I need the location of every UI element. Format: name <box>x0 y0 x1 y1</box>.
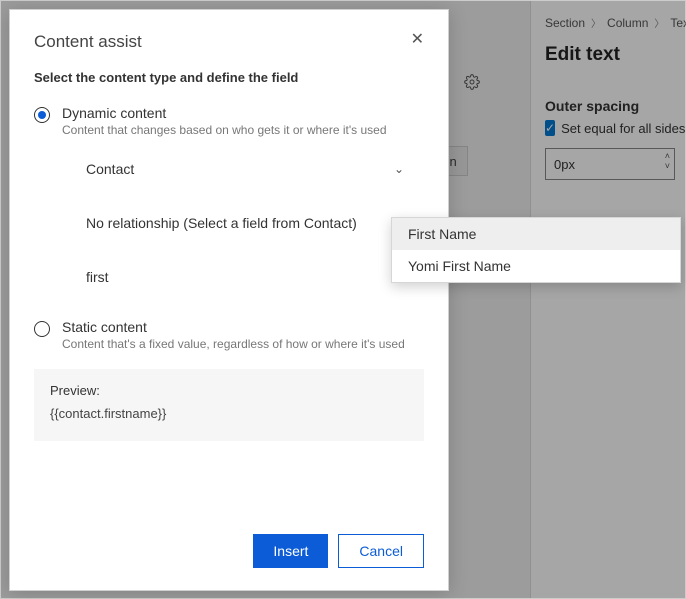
content-assist-modal: Content assist ✕ Select the content type… <box>9 9 449 591</box>
field-autocomplete-popup: First Name Yomi First Name <box>391 217 681 283</box>
relationship-value: No relationship (Select a field from Con… <box>86 215 357 231</box>
static-desc: Content that's a fixed value, regardless… <box>62 337 405 351</box>
dynamic-radio[interactable] <box>34 107 50 123</box>
static-content-option[interactable]: Static content Content that's a fixed va… <box>34 319 424 351</box>
dynamic-desc: Content that changes based on who gets i… <box>62 123 387 137</box>
field-search-input[interactable] <box>82 259 412 295</box>
static-radio[interactable] <box>34 321 50 337</box>
cancel-button[interactable]: Cancel <box>338 534 424 568</box>
preview-label: Preview: <box>50 383 408 398</box>
modal-title: Content assist <box>34 32 142 52</box>
static-label: Static content <box>62 319 405 335</box>
entity-dropdown[interactable]: Contact ⌄ <box>82 151 412 187</box>
chevron-down-icon: ⌄ <box>394 162 404 176</box>
entity-value: Contact <box>86 161 134 177</box>
close-button[interactable]: ✕ <box>411 32 424 48</box>
modal-subtitle: Select the content type and define the f… <box>34 70 424 85</box>
autocomplete-item-label: First Name <box>408 226 476 242</box>
dynamic-label: Dynamic content <box>62 105 387 121</box>
preview-box: Preview: {{contact.firstname}} <box>34 369 424 441</box>
preview-value: {{contact.firstname}} <box>50 406 408 421</box>
dynamic-content-option[interactable]: Dynamic content Content that changes bas… <box>34 105 424 137</box>
insert-button[interactable]: Insert <box>253 534 328 568</box>
autocomplete-item[interactable]: First Name <box>392 218 680 250</box>
close-icon: ✕ <box>411 31 424 48</box>
autocomplete-item[interactable]: Yomi First Name <box>392 250 680 282</box>
relationship-dropdown[interactable]: No relationship (Select a field from Con… <box>82 205 412 241</box>
autocomplete-item-label: Yomi First Name <box>408 258 511 274</box>
